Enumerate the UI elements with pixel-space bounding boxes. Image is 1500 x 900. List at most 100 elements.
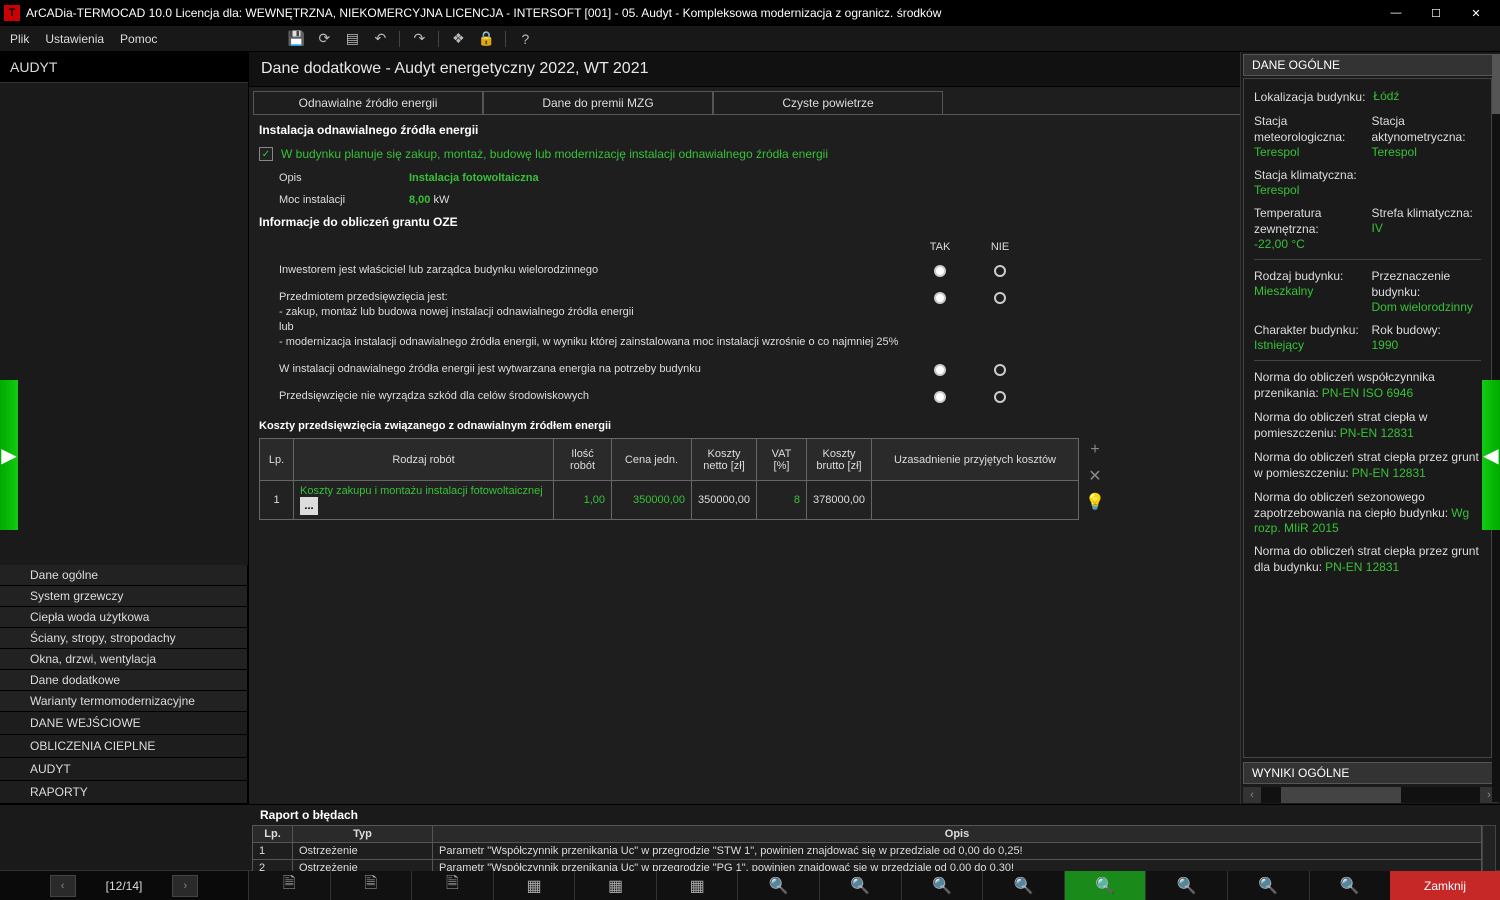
q4-tak-radio[interactable] [934,391,946,403]
n1-val: PN-EN ISO 6946 [1322,386,1413,400]
footer-btn-2[interactable]: 🗎 [330,871,412,900]
checkbox-planuje[interactable] [259,147,273,161]
header-nie: NIE [970,241,1030,253]
right-header-wyniki[interactable]: WYNIKI OGÓLNE [1243,762,1498,784]
table-row[interactable]: 1 Koszty zakupu i montażu instalacji fot… [260,481,1079,520]
footer-btn-7[interactable]: 🔍 [737,871,819,900]
err-th-lp: Lp. [253,826,293,843]
q4-nie-radio[interactable] [994,391,1006,403]
q3-nie-radio[interactable] [994,364,1006,376]
footer-btn-14[interactable]: 🔍 [1309,871,1391,900]
footer-btn-10[interactable]: 🔍 [982,871,1064,900]
footer-btn-8[interactable]: 🔍 [819,871,901,900]
right-panel: DANE OGÓLNE Lokalizacja budynku: Łódź St… [1240,52,1500,804]
nav-cwu[interactable]: Ciepła woda użytkowa [0,607,248,628]
n4-label: Norma do obliczeń sezonowego zapotrzebow… [1254,490,1448,520]
rok-val: 1990 [1372,338,1482,352]
q1-nie-radio[interactable] [994,265,1006,277]
footer-btn-12[interactable]: 🔍 [1145,871,1227,900]
nav-okna[interactable]: Okna, drzwi, wentylacja [0,649,248,670]
section-grant: Informacje do obliczeń grantu OZE [259,211,1230,233]
nav-section-wejsciowe[interactable]: DANE WEJŚCIOWE [0,712,248,735]
tz-val: -22,00 °C [1254,237,1364,251]
tab-mzg[interactable]: Dane do premii MZG [483,91,713,114]
nav-section-raporty[interactable]: RAPORTY [0,781,248,804]
footer-btn-6[interactable]: ▦ [656,871,738,900]
opis-value[interactable]: Instalacja fotowoltaiczna [409,172,539,184]
tz-label: Temperatura zewnętrzna: [1254,205,1364,237]
nav-dane-ogolne[interactable]: Dane ogólne [0,565,248,586]
chb-label: Charakter budynku: [1254,322,1364,338]
moc-value[interactable]: 8,00 [409,194,430,206]
footer-btn-9[interactable]: 🔍 [901,871,983,900]
hint-icon[interactable]: 💡 [1085,492,1105,512]
close-button[interactable]: Zamknij [1390,871,1500,900]
tab-oze[interactable]: Odnawialne źródło energii [253,91,483,114]
maximize-button[interactable]: ☐ [1416,0,1456,26]
footer-btn-3[interactable]: 🗎 [411,871,493,900]
menu-settings[interactable]: Ustawienia [45,32,104,46]
main-content: Dane dodatkowe - Audyt energetyczny 2022… [248,52,1240,804]
footer-btn-5[interactable]: ▦ [574,871,656,900]
nav-section-audyt[interactable]: AUDYT [0,758,248,781]
prev-page-arrow[interactable]: ▶ [0,380,18,530]
right-header-dane[interactable]: DANE OGÓLNE [1243,54,1498,76]
page-next-button[interactable]: › [172,875,198,897]
cell-vat[interactable]: 8 [757,481,807,520]
titlebar: T ArCADia-TERMOCAD 10.0 Licencja dla: WE… [0,0,1500,26]
close-window-button[interactable]: ✕ [1456,0,1496,26]
q3-tak-radio[interactable] [934,364,946,376]
error-vscroll[interactable] [1482,825,1496,877]
error-row[interactable]: 1OstrzeżenieParametr "Współczynnik przen… [253,843,1482,860]
add-row-button[interactable]: + [1085,440,1105,460]
nav-sciany[interactable]: Ściany, stropy, stropodachy [0,628,248,649]
minimize-button[interactable]: — [1376,0,1416,26]
cell-rodzaj[interactable]: Koszty zakupu i montażu instalacji fotow… [294,481,554,520]
page-title: Dane dodatkowe - Audyt energetyczny 2022… [249,52,1240,87]
costs-title: Koszty przedsięwzięcia związanego z odna… [259,414,1230,438]
err-th-typ: Typ [293,826,433,843]
menu-help[interactable]: Pomoc [120,32,157,46]
nav-warianty[interactable]: Warianty termomodernizacyjne [0,691,248,712]
menu-file[interactable]: Plik [10,32,29,46]
nav-section-cieplne[interactable]: OBLICZENIA CIEPLNE [0,735,248,758]
refresh-icon[interactable]: ⟳ [315,30,333,48]
footer-btn-4[interactable]: ▦ [493,871,575,900]
remove-row-button[interactable]: ✕ [1085,466,1105,486]
pb-val: Dom wielorodzinny [1372,300,1482,314]
footer-btn-11-active[interactable]: 🔍 [1064,871,1146,900]
cell-cena[interactable]: 350000,00 [612,481,692,520]
moc-unit: kW [430,194,449,206]
redo-icon[interactable]: ↷ [410,30,428,48]
tab-czyste[interactable]: Czyste powietrze [713,91,943,114]
cell-uzas[interactable] [872,481,1079,520]
lock-icon[interactable]: 🔒 [477,30,495,48]
left-sidebar: AUDYT Dane ogólne System grzewczy Ciepła… [0,52,248,804]
dots-button[interactable]: ... [300,497,318,515]
footer-btn-13[interactable]: 🔍 [1227,871,1309,900]
page-prev-button[interactable]: ‹ [50,875,76,897]
q2-tak-radio[interactable] [934,292,946,304]
pb-label: Przeznaczenie budynku: [1372,268,1482,300]
q1-tak-radio[interactable] [934,265,946,277]
th-uzas: Uzasadnienie przyjętych kosztów [872,439,1079,481]
arrow-left-icon: ▶ [1,443,16,468]
footer-btn-1[interactable]: 🗎 [248,871,330,900]
n2-val: PN-EN 12831 [1340,426,1414,440]
cell-ilosc[interactable]: 1,00 [554,481,612,520]
right-vscroll-thumb[interactable] [1492,54,1500,114]
rb-label: Rodzaj budynku: [1254,268,1364,284]
undo-icon[interactable]: ↶ [371,30,389,48]
nav-system-grzewczy[interactable]: System grzewczy [0,586,248,607]
package-icon[interactable]: ❖ [449,30,467,48]
next-page-arrow[interactable]: ◀ [1482,380,1500,530]
q2-nie-radio[interactable] [994,292,1006,304]
menubar: Plik Ustawienia Pomoc 💾 ⟳ ▤ ↶ ↷ ❖ 🔒 ? [0,26,1500,52]
nav-dane-dodatkowe[interactable]: Dane dodatkowe [0,670,248,691]
q4-text: Przedsięwzięcie nie wyrządza szkód dla c… [259,389,910,404]
save-icon[interactable]: 💾 [287,30,305,48]
help-icon[interactable]: ? [516,30,534,48]
export-icon[interactable]: ▤ [343,30,361,48]
hscroll-left-icon[interactable]: ‹ [1243,787,1261,803]
right-hscroll[interactable]: ‹ › [1243,786,1498,804]
